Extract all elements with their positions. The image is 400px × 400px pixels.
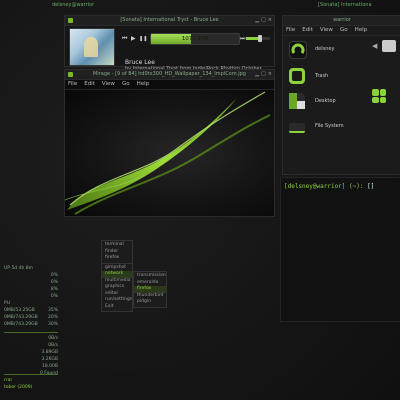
top-window-fragment-right: [Sonata] Internationa [318, 2, 372, 8]
fm-item-label: Trash [315, 73, 329, 79]
app-icon [68, 18, 73, 23]
root-menu: terminal finder firefox gimpshot network mult… [101, 240, 133, 312]
home-folder-icon [289, 41, 307, 59]
track-time: 107 / 240 [181, 36, 209, 42]
volume-knob[interactable] [258, 35, 263, 42]
monitor-value: 18.00B [42, 364, 58, 369]
fm-item-filesystem[interactable]: File System [289, 116, 353, 136]
monitor-value: 8% [50, 287, 58, 292]
wallpaper-image [65, 90, 274, 216]
maximize-icon[interactable]: □ [261, 70, 266, 79]
fm-item-home[interactable]: delsney [289, 39, 353, 59]
fm-item-trash[interactable]: Trash [289, 66, 353, 86]
trash-icon [289, 68, 305, 84]
next-icon[interactable]: ⏭ [240, 35, 245, 43]
pause-icon[interactable]: ❚❚ [139, 36, 147, 42]
menu-view[interactable]: View [102, 80, 115, 89]
monitor-label: rrar [4, 378, 13, 383]
terminal-cursor: [] [367, 183, 375, 190]
monitor-label: tober (2009) [4, 385, 33, 390]
fm-titlebar[interactable]: warrior [283, 16, 400, 26]
menu-go[interactable]: Go [122, 80, 130, 89]
image-viewer-window: Mirage - [9 of 84] hd0tx300_HD_Wallpaper… [64, 69, 275, 217]
monitor-label: UP 5d 4h 8m [4, 266, 33, 271]
track-progress-bar[interactable]: 107 / 240 [150, 33, 240, 45]
menu-help[interactable]: Help [355, 26, 368, 35]
album-art [69, 28, 115, 66]
terminal-window[interactable]: [delsney@warrior] (~): [] [280, 177, 400, 322]
green-wave-image [65, 91, 271, 215]
submenu-item-pidgin[interactable]: pidgin [134, 299, 166, 306]
app-icon [68, 72, 73, 77]
terminal-prompt-line: [delsney@warrior] (~): [] [284, 183, 374, 190]
menu-file[interactable]: File [286, 26, 295, 35]
fm-item-label: File System [315, 123, 344, 129]
desktop-folder-icon [289, 93, 305, 109]
monitor-label: 0MB/53.25GB [4, 308, 35, 313]
play-icon[interactable]: ▶ [131, 35, 136, 42]
fm-menubar: File Edit View Go Help [283, 26, 400, 36]
menu-separator [102, 262, 132, 264]
fm-item-desktop[interactable]: Desktop [289, 91, 353, 111]
menu-help[interactable]: Help [137, 80, 150, 89]
close-icon[interactable]: × [268, 70, 272, 79]
fm-item-label: Desktop [315, 98, 336, 104]
network-submenu: transmission emeraldo firefox thunderbird pi… [133, 271, 167, 308]
top-window-fragment: delsney@warrior [52, 2, 95, 8]
arrow-icon: ◀ [372, 42, 378, 50]
viewer-titlebar[interactable]: Mirage - [9 of 84] hd0tx300_HD_Wallpaper… [65, 70, 274, 80]
monitor-value: 0% [50, 273, 58, 278]
monitor-value: 0B/s [48, 336, 58, 341]
grid-icon [372, 89, 386, 103]
menu-edit[interactable]: Edit [84, 80, 95, 89]
monitor-value: 30% [47, 322, 58, 327]
monitor-value: 3.89GB [41, 350, 58, 355]
monitor-value: 0% [50, 294, 58, 299]
monitor-divider [4, 374, 58, 375]
menu-item-firefox[interactable]: firefox [102, 255, 132, 262]
fm-extra-icon[interactable] [370, 89, 400, 115]
fm-extra-icon[interactable]: ◀ [370, 40, 400, 66]
music-player-window: [Sonata] International Tryst - Bruce Lee… [64, 15, 275, 72]
menu-view[interactable]: View [320, 26, 333, 35]
monitor-value: 35% [47, 308, 58, 313]
menu-item-exit[interactable]: Exit [102, 304, 132, 311]
player-titlebar[interactable]: [Sonata] International Tryst - Bruce Lee… [65, 16, 274, 26]
minimize-icon[interactable]: ▁ [255, 16, 259, 25]
menu-edit[interactable]: Edit [302, 26, 313, 35]
submenu-item-transmission[interactable]: transmission [134, 273, 166, 280]
monitor-value: 3.26GB [41, 357, 58, 362]
previous-icon[interactable]: ⏮ [122, 35, 127, 43]
viewer-title: Mirage - [9 of 84] hd0tx300_HD_Wallpaper… [93, 71, 246, 77]
close-icon[interactable]: × [268, 16, 272, 25]
fm-title: warrior [333, 17, 351, 23]
fm-item-label: delsney [315, 46, 335, 52]
menu-go[interactable]: Go [340, 26, 348, 35]
monitor-value: 0% [50, 280, 58, 285]
monitor-label: PU [4, 301, 11, 306]
monitor-divider [4, 332, 58, 333]
folder-icon [382, 40, 396, 52]
drive-icon [289, 123, 305, 133]
minimize-icon[interactable]: ▁ [255, 70, 259, 79]
menu-file[interactable]: File [68, 80, 77, 89]
menu-item-run-settings[interactable]: run/settings [102, 297, 132, 304]
system-monitor: UP 5d 4h 8m 0% 0% 8% 0% PU 0MB/53.25GB 35% 0MB/7… [0, 266, 62, 400]
monitor-value: 20% [47, 315, 58, 320]
monitor-label: 0MB/743.29GB [4, 322, 38, 327]
monitor-label: 0MB/743.29GB [4, 315, 38, 320]
volume-slider[interactable] [246, 35, 270, 42]
player-title: [Sonata] International Tryst - Bruce Lee [120, 17, 219, 23]
track-title: Bruce Lee [125, 59, 155, 66]
maximize-icon[interactable]: □ [261, 16, 266, 25]
monitor-value: 0B/s [48, 343, 58, 348]
terminal-prompt: [delsney@warrior] (~): [284, 183, 368, 190]
viewer-menubar: File Edit View Go Help [65, 80, 274, 90]
file-manager-window: warrior File Edit View Go Help delsney T… [282, 15, 400, 175]
